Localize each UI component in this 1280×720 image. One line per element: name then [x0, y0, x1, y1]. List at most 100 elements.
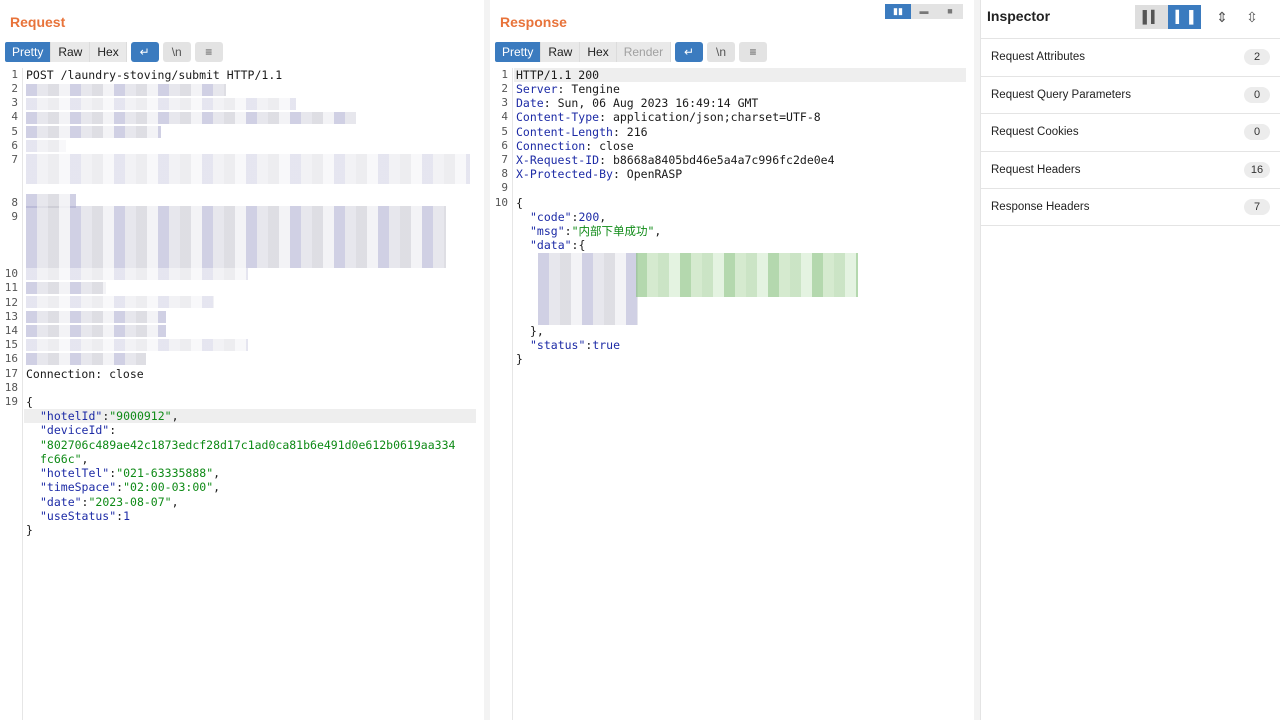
show-newlines-icon[interactable]: \n	[162, 42, 191, 62]
stacked-layout-icon[interactable]: ▬	[911, 4, 937, 19]
redacted-header	[26, 353, 146, 365]
line-number: 5	[11, 125, 18, 138]
single-pane-layout-icon[interactable]: ■	[937, 4, 963, 19]
line-number: 8	[11, 196, 18, 209]
request-line: POST /laundry-stoving/submit HTTP/1.1	[26, 68, 283, 82]
json-value: "02:00-03:00"	[123, 480, 214, 494]
redacted-header	[26, 296, 214, 308]
line-number: 9	[501, 181, 508, 194]
count-badge: 0	[1244, 124, 1270, 141]
line-number: 16	[4, 352, 18, 365]
header-key: Content-Length	[516, 125, 613, 139]
request-panel: Request Pretty Raw Hex ↵ \n ≡ 1 2 3 4 5 …	[0, 0, 484, 720]
line-number: 10	[494, 196, 508, 209]
response-editor[interactable]: 1 2 3 4 5 6 7 8 9 10 HTTP/1.1 200 Server…	[490, 68, 974, 720]
layout-toggle-group: ▮▮ ▬ ■	[885, 4, 963, 19]
json-brace: {	[26, 395, 33, 409]
header-key: Connection	[516, 139, 586, 153]
line-number: 7	[501, 153, 508, 166]
header-value: OpenRASP	[626, 167, 683, 181]
header-key: Date	[516, 96, 544, 110]
tab-render[interactable]: Render	[616, 42, 672, 62]
inspector-row-response-headers[interactable]: Response Headers 7	[981, 188, 1280, 226]
line-number: 1	[501, 68, 508, 81]
json-value: "2023-08-07"	[88, 495, 172, 509]
line-number: 3	[501, 96, 508, 109]
redacted-header	[26, 84, 226, 96]
inspector-row-request-attributes[interactable]: Request Attributes 2	[981, 38, 1280, 76]
header-value: Tengine	[571, 82, 620, 96]
collapse-all-icon[interactable]: ⇳	[1243, 9, 1261, 26]
json-key: "timeSpace"	[40, 480, 117, 494]
json-value: 200	[578, 210, 600, 224]
json-value: fc66c"	[40, 452, 82, 466]
gutter-divider	[512, 68, 513, 720]
response-panel: Response Pretty Raw Hex Render ↵ \n ≡ 1 …	[490, 0, 974, 720]
tab-hex[interactable]: Hex	[90, 42, 127, 62]
redacted-header	[26, 206, 446, 268]
tab-pretty[interactable]: Pretty	[495, 42, 542, 62]
tab-hex[interactable]: Hex	[580, 42, 617, 62]
tab-raw[interactable]: Raw	[541, 42, 581, 62]
json-brace: {	[578, 238, 586, 252]
redacted-header	[26, 325, 166, 337]
redacted-data	[538, 253, 638, 325]
header-value: application/json;charset=UTF-8	[612, 110, 821, 124]
line-number: 18	[4, 381, 18, 394]
line-number: 3	[11, 96, 18, 109]
line-number: 4	[501, 110, 508, 123]
wrap-lines-icon[interactable]: ↵	[675, 42, 704, 62]
gutter-divider	[22, 68, 23, 720]
line-number: 5	[501, 125, 508, 138]
inspector-row-label: Response Headers	[991, 201, 1090, 214]
inspector-row-query-parameters[interactable]: Request Query Parameters 0	[981, 75, 1280, 114]
count-badge: 0	[1244, 86, 1270, 103]
json-key: "deviceId"	[40, 423, 110, 437]
count-badge: 7	[1244, 199, 1270, 216]
json-value: 1	[123, 509, 131, 523]
inspector-title: Inspector	[987, 8, 1051, 24]
request-title: Request	[10, 14, 66, 30]
line-number: 12	[4, 296, 18, 309]
inspector-row-request-headers[interactable]: Request Headers 16	[981, 150, 1280, 189]
dock-right-icon[interactable]: ▍▐	[1168, 5, 1201, 29]
redacted-header	[26, 268, 248, 280]
line-number: 8	[501, 167, 508, 180]
json-value: "9000912"	[109, 409, 172, 423]
json-key: "code"	[530, 210, 572, 224]
json-key: "status"	[530, 338, 586, 352]
wrap-lines-icon[interactable]: ↵	[130, 42, 159, 62]
json-value: "内部下单成功"	[571, 224, 655, 238]
redacted-header	[26, 339, 248, 351]
inspector-row-label: Request Cookies	[991, 126, 1079, 139]
inspector-layout-buttons: ▌▍ ▍▐	[1135, 5, 1201, 29]
side-by-side-layout-icon[interactable]: ▮▮	[885, 4, 911, 19]
response-title: Response	[500, 14, 567, 30]
json-key: "hotelId"	[40, 409, 103, 423]
inspector-row-label: Request Attributes	[991, 51, 1085, 64]
menu-icon[interactable]: ≡	[739, 42, 768, 62]
header-key: Content-Type	[516, 110, 600, 124]
json-key: "msg"	[530, 224, 565, 238]
expand-all-icon[interactable]: ⇕	[1213, 9, 1231, 26]
header-key: X-Protected-By	[516, 167, 613, 181]
inspector-panel: Inspector ▌▍ ▍▐ ⇕ ⇳ Request Attributes 2…	[980, 0, 1280, 720]
inspector-row-request-cookies[interactable]: Request Cookies 0	[981, 113, 1280, 151]
json-value: true	[592, 338, 621, 352]
tab-raw[interactable]: Raw	[51, 42, 91, 62]
inspector-sections: Request Attributes 2 Request Query Param…	[981, 38, 1280, 226]
show-newlines-icon[interactable]: \n	[707, 42, 736, 62]
line-number: 7	[11, 153, 18, 166]
line-number: 2	[501, 82, 508, 95]
tab-pretty[interactable]: Pretty	[5, 42, 52, 62]
redacted-header	[26, 154, 470, 184]
header-key: X-Request-ID	[516, 153, 600, 167]
dock-left-icon[interactable]: ▌▍	[1135, 5, 1168, 29]
status-line: HTTP/1.1 200	[516, 68, 600, 82]
inspector-row-label: Request Headers	[991, 164, 1081, 177]
line-number: 19	[4, 395, 18, 408]
request-editor[interactable]: 1 2 3 4 5 6 7 8 9 10 11 12 13 14 15 16 1…	[0, 68, 484, 720]
menu-icon[interactable]: ≡	[194, 42, 223, 62]
header-value: Sun, 06 Aug 2023 16:49:14 GMT	[557, 96, 759, 110]
redacted-header	[26, 112, 356, 124]
